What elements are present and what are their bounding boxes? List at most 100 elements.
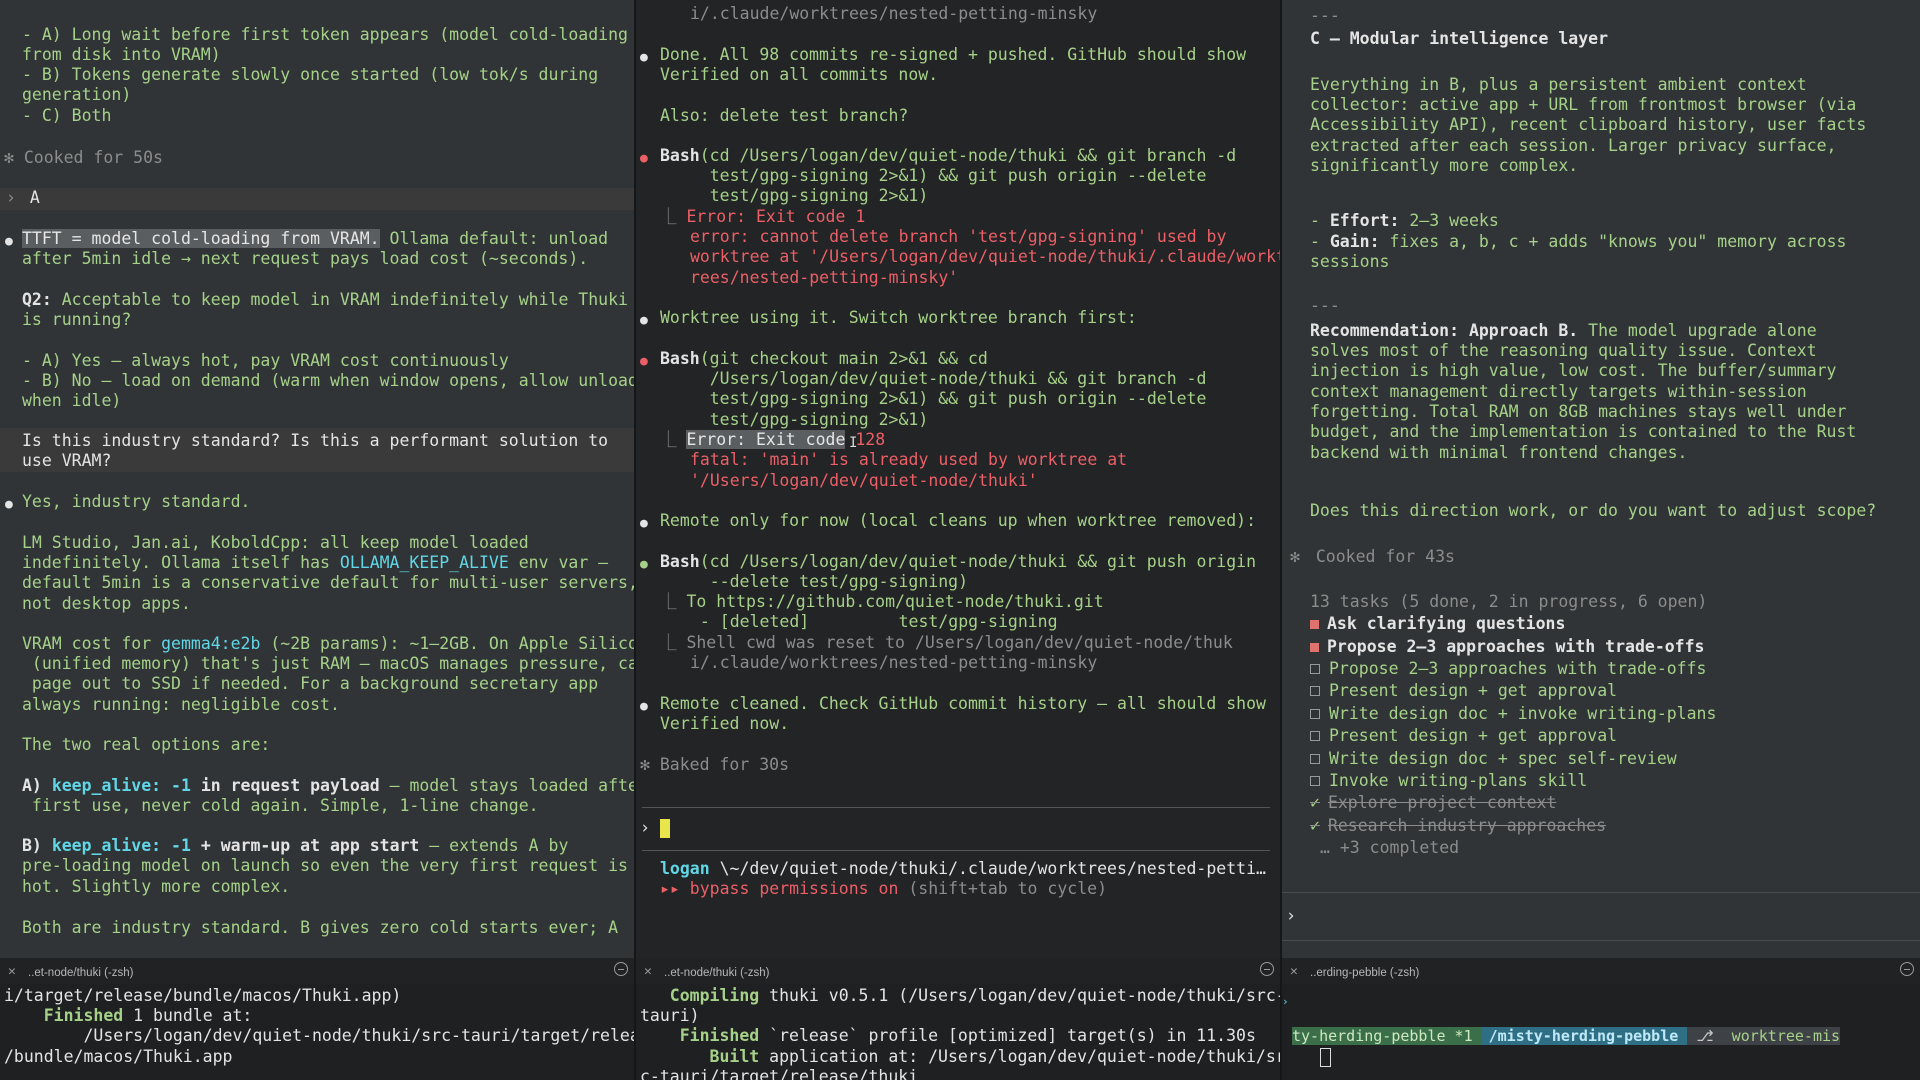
bash-command: Bash(cd /Users/logan/dev/quiet-node/thuk… bbox=[660, 146, 1237, 165]
bash-command-cont: /Users/logan/dev/quiet-node/thuki && git… bbox=[670, 369, 1207, 388]
question-line: Does this direction work, or do you want… bbox=[1310, 501, 1877, 520]
text-line: Remote only for now (local cleans up whe… bbox=[660, 511, 1257, 530]
error-bullet-icon: ● bbox=[640, 354, 648, 369]
open-task-icon bbox=[1310, 664, 1320, 674]
tab-terminal-2[interactable]: ✕ ..et-node/thuki (-zsh) bbox=[636, 958, 1280, 984]
open-task-icon bbox=[1310, 731, 1320, 741]
permission-mode[interactable]: ▸▸ bypass permissions on (shift+tab to c… bbox=[660, 879, 1280, 899]
middle-terminal-pane[interactable]: i/.claude/worktrees/nested-petting-minsk… bbox=[636, 0, 1280, 958]
cooked-status: ✻ Cooked for 43s bbox=[1290, 547, 1455, 566]
tab-terminal-1[interactable]: ✕ ..et-node/thuki (-zsh) bbox=[0, 958, 634, 984]
output-line: tauri) bbox=[640, 1006, 700, 1025]
output-line: i/.claude/worktrees/nested-petting-minsk… bbox=[690, 653, 1098, 672]
error-bullet-icon: ● bbox=[640, 151, 648, 166]
option-b-line: B) keep_alive: -1 + warm-up at app start… bbox=[22, 836, 569, 855]
text-line: VRAM cost for gemma4:e2b (~2B params): ~… bbox=[22, 634, 634, 653]
bash-command-cont: test/gpg-signing 2>&1) && git push origi… bbox=[670, 389, 1207, 408]
text-line: Done. All 98 commits re-signed + pushed.… bbox=[660, 45, 1247, 64]
bottom-terminal-3[interactable]: › ~/ / /thuki/ / /misty-herding-pebble ⎇… bbox=[1282, 984, 1920, 1080]
scroll-marker-icon: › bbox=[1282, 995, 1289, 1008]
minimize-icon[interactable] bbox=[614, 962, 628, 976]
text-line: (unified memory) that's just RAM — macOS… bbox=[22, 654, 634, 673]
text-line: default 5min is a conservative default f… bbox=[22, 573, 634, 592]
text-line: extracted after each session. Larger pri… bbox=[1310, 136, 1837, 155]
output-line: ⎿ To https://github.com/quiet-node/thuki… bbox=[660, 592, 1104, 611]
open-task-icon bbox=[1310, 709, 1320, 719]
text-line: Worktree using it. Switch worktree branc… bbox=[660, 308, 1137, 327]
text-line: from disk into VRAM) bbox=[22, 45, 221, 64]
error-line: fatal: 'main' is already used by worktre… bbox=[690, 450, 1128, 469]
input-top-border bbox=[642, 807, 1270, 808]
close-icon[interactable]: ✕ bbox=[1290, 962, 1298, 982]
bottom-terminal-1[interactable]: i/target/release/bundle/macos/Thuki.app)… bbox=[0, 984, 634, 1080]
text-line: LM Studio, Jan.ai, KoboldCpp: all keep m… bbox=[22, 533, 529, 552]
spinner-icon: ✻ bbox=[640, 755, 660, 774]
tree-branch-icon: ⎿ bbox=[660, 207, 687, 226]
text-line: indefinitely. Ollama itself has OLLAMA_K… bbox=[22, 553, 609, 572]
text-line: significantly more complex. bbox=[1310, 156, 1579, 175]
minimize-icon[interactable] bbox=[1900, 962, 1914, 976]
bullet-icon: ● bbox=[5, 234, 13, 249]
bash-command-cont: test/gpg-signing 2>&1) && git push origi… bbox=[670, 166, 1207, 185]
error-line: ⎿ Error: Exit code 128 bbox=[660, 430, 886, 449]
input-bottom-border bbox=[642, 850, 1270, 851]
bottom-terminal-2[interactable]: Compiling thuki v0.5.1 (/Users/logan/dev… bbox=[636, 984, 1280, 1080]
tree-branch-icon: ⎿ bbox=[660, 430, 687, 449]
close-icon[interactable]: ✕ bbox=[644, 962, 652, 982]
in-progress-icon bbox=[1310, 620, 1319, 629]
open-task-icon bbox=[1310, 686, 1320, 696]
check-icon: ✓ bbox=[1310, 816, 1320, 835]
error-line: ⎿ Error: Exit code 1 bbox=[660, 207, 866, 226]
option-b-line: - B) Tokens generate slowly once started… bbox=[22, 65, 599, 84]
task-item-open: Write design doc + invoke writing-plans bbox=[1310, 704, 1920, 724]
success-bullet-icon: ● bbox=[640, 557, 648, 572]
output-line: Finished `release` profile [optimized] t… bbox=[640, 1026, 1256, 1045]
bullet-icon: ● bbox=[5, 497, 13, 512]
minimize-icon[interactable] bbox=[1260, 962, 1274, 976]
text-line: page out to SSD if needed. For a backgro… bbox=[22, 674, 599, 693]
input-cursor bbox=[659, 819, 670, 838]
right-terminal-pane[interactable]: --- C — Modular intelligence layer Every… bbox=[1282, 0, 1920, 958]
tab-terminal-3[interactable]: ✕ ..erding-pebble (-zsh) bbox=[1282, 958, 1920, 984]
left-terminal-pane[interactable]: - A) Long wait before first token appear… bbox=[0, 0, 634, 958]
task-item-done: ✓ Research industry approaches bbox=[1310, 816, 1607, 835]
hr-line: --- bbox=[1310, 296, 1340, 315]
prompt-input[interactable]: › bbox=[1286, 906, 1920, 926]
text-line: generation) bbox=[22, 85, 132, 104]
completed-count: … +3 completed bbox=[1320, 838, 1460, 857]
task-item-open: Propose 2–3 approaches with trade-offs bbox=[1310, 659, 1920, 679]
option-c-line: - C) Both bbox=[22, 106, 112, 125]
text-line: sessions bbox=[1310, 252, 1390, 271]
text-line: forgetting. Total RAM on 8GB machines st… bbox=[1310, 402, 1847, 421]
text-line: Remote cleaned. Check GitHub commit hist… bbox=[660, 694, 1266, 713]
output-line: /Users/logan/dev/quiet-node/thuki/src-ta… bbox=[4, 1026, 634, 1045]
input-top-border bbox=[1282, 892, 1920, 893]
text-line: collector: active app + URL from frontmo… bbox=[1310, 95, 1857, 114]
bash-command: Bash(cd /Users/logan/dev/quiet-node/thuk… bbox=[660, 552, 1257, 571]
zsh-prompt: ~/ / /thuki/ / /misty-herding-pebble ⎇ w… bbox=[1296, 1006, 1920, 1046]
hr-line: --- bbox=[1310, 6, 1340, 25]
user-question-line: use VRAM? bbox=[22, 451, 112, 470]
tree-branch-icon: ⎿ bbox=[660, 633, 687, 652]
input-cursor[interactable] bbox=[1320, 1048, 1331, 1067]
task-item-in-progress: Propose 2–3 approaches with trade-offs bbox=[1310, 637, 1920, 657]
task-item-open: Present design + get approval bbox=[1310, 726, 1920, 746]
task-item-open: Write design doc + spec self-review bbox=[1310, 749, 1920, 769]
user-message: › A bbox=[0, 188, 634, 210]
text-line: solves most of the reasoning quality iss… bbox=[1310, 341, 1817, 360]
text-cursor-icon: I bbox=[849, 435, 858, 451]
tree-branch-icon: ⎿ bbox=[660, 592, 687, 611]
close-icon[interactable]: ✕ bbox=[8, 962, 16, 982]
task-summary: 13 tasks (5 done, 2 in progress, 6 open) bbox=[1310, 592, 1708, 611]
option-a-line: - A) Yes — always hot, pay VRAM cost con… bbox=[22, 351, 509, 370]
text-line: pre-loading model on launch so even the … bbox=[22, 856, 628, 875]
bash-command-cont: test/gpg-signing 2>&1) bbox=[670, 410, 929, 429]
text-line: is running? bbox=[22, 310, 132, 329]
spinner-icon: ✻ bbox=[1290, 547, 1310, 566]
prompt-input[interactable]: › bbox=[640, 818, 1280, 842]
open-task-icon bbox=[1310, 754, 1320, 764]
task-item-open: Present design + get approval bbox=[1310, 681, 1920, 701]
bullet-icon: ● bbox=[640, 313, 648, 328]
path-line: i/.claude/worktrees/nested-petting-minsk… bbox=[690, 4, 1098, 23]
assistant-answer-line: TTFT = model cold-loading from VRAM. Oll… bbox=[22, 229, 609, 248]
